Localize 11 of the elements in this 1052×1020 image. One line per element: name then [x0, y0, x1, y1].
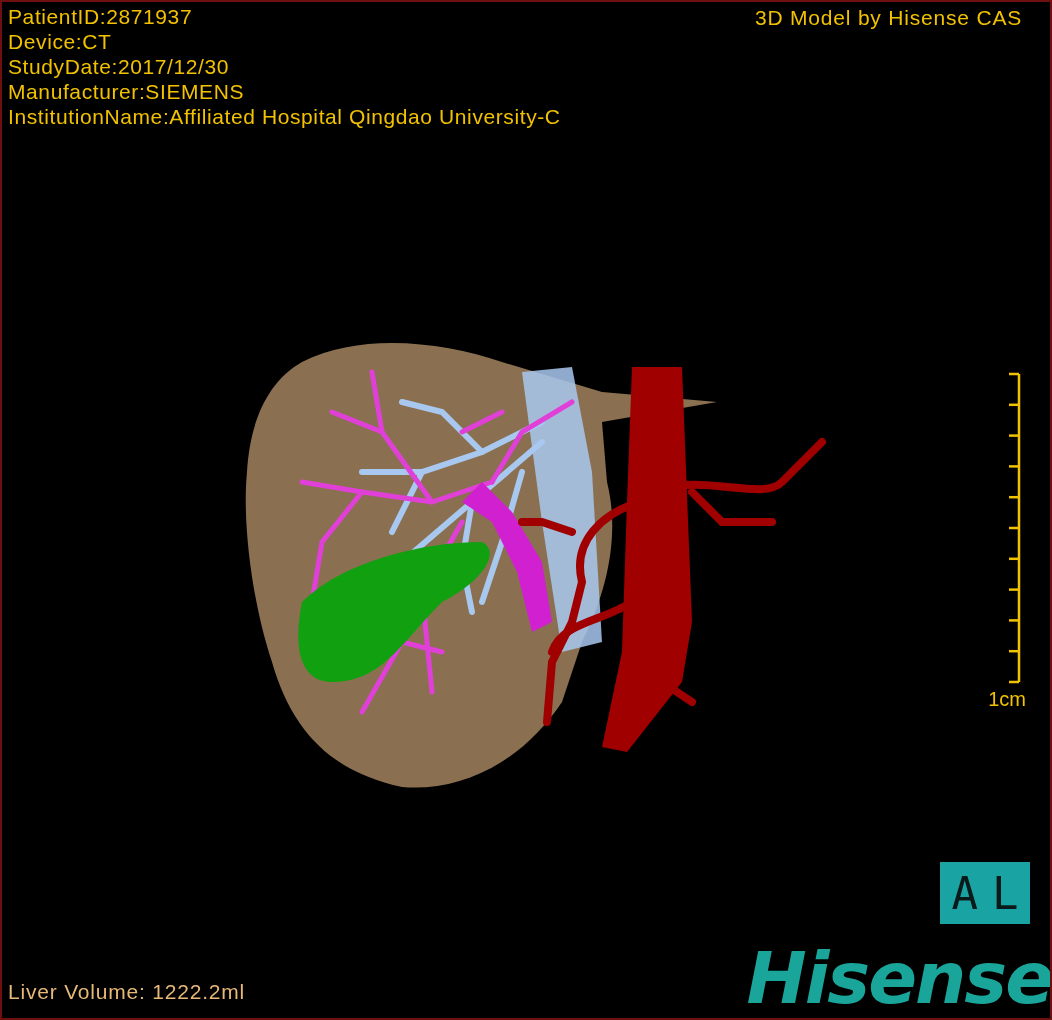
scale-bar-icon	[1007, 370, 1022, 686]
scale-label: 1cm	[988, 688, 1026, 710]
patient-info-text: Manufacturer:SIEMENS	[8, 79, 246, 104]
liver-volume-text: Liver Volume: 1222.2ml	[8, 979, 246, 1005]
viewer-title: 3D Model by Hisense CAS	[755, 5, 1022, 30]
brand-logo: Hisense	[746, 938, 1050, 1018]
patient-info-text: InstitutionName:Affiliated Hospital Qingdao University-C	[8, 104, 561, 129]
patient-info-text: StudyDate:2017/12/30	[8, 54, 230, 79]
orientation-badge[interactable]: AL	[940, 862, 1030, 924]
patient-info-text: PatientID:2871937	[8, 4, 194, 29]
patient-info-text: Device:CT	[8, 29, 113, 54]
